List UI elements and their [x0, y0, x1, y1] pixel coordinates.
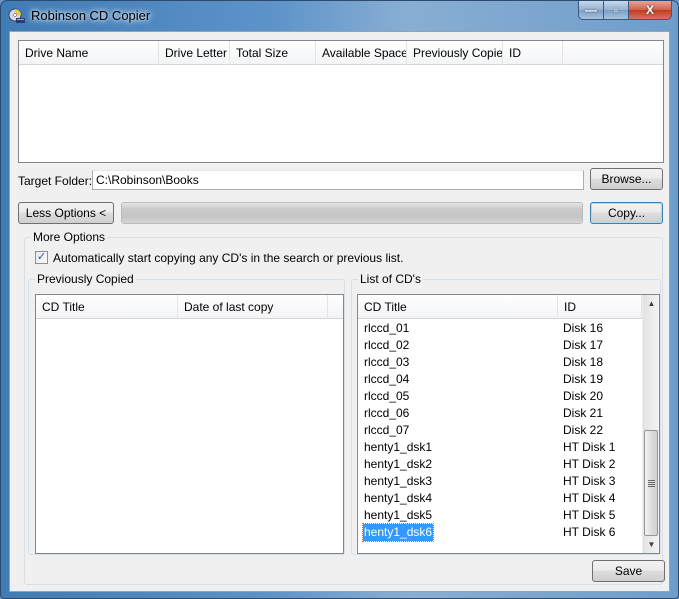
cd-id-cell: HT Disk 1	[563, 440, 616, 454]
cd-list-row[interactable]: henty1_dsk4 HT Disk 4	[358, 490, 642, 507]
cd-list-row[interactable]: henty1_dsk1 HT Disk 1	[358, 439, 642, 456]
auto-copy-label[interactable]: Automatically start copying any CD's in …	[53, 251, 403, 265]
close-icon: X	[645, 3, 654, 17]
cd-title-cell: rlccd_04	[364, 372, 410, 386]
column-total-size[interactable]: Total Size	[230, 41, 316, 65]
cd-id-cell: HT Disk 6	[563, 525, 616, 539]
cd-list-row[interactable]: rlccd_01 Disk 16	[358, 320, 642, 337]
checkmark-icon: ✓	[36, 251, 47, 263]
cd-list-row[interactable]: henty1_dsk6 HT Disk 6	[358, 523, 642, 542]
cd-id-cell: HT Disk 5	[563, 508, 616, 522]
cd-title-cell: henty1_dsk5	[364, 508, 433, 522]
cd-title-cell: rlccd_01	[364, 321, 410, 335]
copy-button[interactable]: Copy...	[590, 202, 663, 224]
column-available-space[interactable]: Available Space	[316, 41, 407, 65]
cd-copier-app-icon	[8, 8, 25, 23]
auto-copy-checkbox[interactable]: ✓	[35, 251, 48, 264]
cd-list-rows: rlccd_01 Disk 16 rlccd_02 Disk 17 rlccd_03 Di…	[358, 320, 642, 542]
cd-title-cell: henty1_dsk2	[364, 457, 433, 471]
browse-button[interactable]: Browse...	[590, 168, 663, 190]
column-previously-copied[interactable]: Previously Copied	[407, 41, 503, 65]
cd-title-cell: rlccd_07	[364, 423, 410, 437]
copy-progress-bar	[121, 202, 583, 224]
cd-title-cell: rlccd_05	[364, 389, 410, 403]
target-folder-label: Target Folder:	[18, 174, 93, 188]
cd-list-row[interactable]: rlccd_05 Disk 20	[358, 388, 642, 405]
maximize-button[interactable]: ▫	[604, 1, 629, 20]
drives-list[interactable]: Drive Name Drive Letter Total Size Avail…	[18, 40, 664, 163]
cd-id-cell: HT Disk 3	[563, 474, 616, 488]
window-title: Robinson CD Copier	[31, 8, 151, 23]
less-options-button[interactable]: Less Options <	[18, 202, 114, 224]
target-folder-input[interactable]: C:\Robinson\Books	[92, 170, 584, 190]
minimize-button[interactable]: —	[578, 1, 604, 20]
cd-list-row[interactable]: rlccd_06 Disk 21	[358, 405, 642, 422]
client-area: Drive Name Drive Letter Total Size Avail…	[9, 31, 670, 592]
more-options-title: More Options	[31, 230, 108, 244]
cd-list-row[interactable]: rlccd_07 Disk 22	[358, 422, 642, 439]
cd-title-cell: rlccd_02	[364, 338, 410, 352]
column-id[interactable]: ID	[558, 295, 642, 319]
cd-list-scrollbar[interactable]: ▲ ▼	[642, 295, 659, 553]
previously-copied-header: CD Title Date of last copy	[36, 295, 343, 319]
column-drive-letter[interactable]: Drive Letter	[159, 41, 230, 65]
grip-icon	[647, 479, 655, 487]
cd-id-cell: Disk 19	[563, 372, 604, 386]
column-cd-title[interactable]: CD Title	[36, 295, 178, 319]
column-cd-title[interactable]: CD Title	[358, 295, 558, 319]
column-drive-name[interactable]: Drive Name	[19, 41, 159, 65]
cd-list[interactable]: CD Title ID rlccd_01 Disk 16 rlccd_02 Disk …	[357, 294, 660, 554]
cd-id-cell: Disk 16	[563, 321, 604, 335]
title-bar[interactable]: Robinson CD Copier — ▫ X	[1, 1, 678, 31]
previously-copied-list[interactable]: CD Title Date of last copy	[35, 294, 344, 554]
cd-title-cell: henty1_dsk1	[364, 440, 433, 454]
cd-id-cell: Disk 17	[563, 338, 604, 352]
scroll-up-arrow-icon[interactable]: ▲	[643, 295, 659, 312]
previously-copied-group: Previously Copied CD Title Date of last …	[28, 272, 345, 555]
cd-list-header: CD Title ID	[358, 295, 642, 319]
cd-list-row[interactable]: henty1_dsk5 HT Disk 5	[358, 507, 642, 524]
more-options-group: More Options ✓ Automatically start copyi…	[24, 230, 665, 585]
maximize-icon: ▫	[613, 3, 619, 17]
app-window: Robinson CD Copier — ▫ X Drive Name Driv…	[0, 0, 679, 599]
cd-id-cell: HT Disk 4	[563, 491, 616, 505]
cd-title-cell: rlccd_03	[364, 355, 410, 369]
drives-list-header: Drive Name Drive Letter Total Size Avail…	[19, 41, 663, 65]
window-controls: — ▫ X	[578, 1, 672, 20]
cd-list-title: List of CD's	[358, 272, 423, 286]
minimize-icon: —	[585, 3, 597, 17]
close-button[interactable]: X	[629, 1, 672, 20]
previously-copied-title: Previously Copied	[35, 272, 136, 286]
cd-id-cell: Disk 20	[563, 389, 604, 403]
cd-list-row[interactable]: rlccd_03 Disk 18	[358, 354, 642, 371]
cd-id-cell: HT Disk 2	[563, 457, 616, 471]
cd-title-cell: henty1_dsk6	[361, 523, 435, 542]
cd-id-cell: Disk 18	[563, 355, 604, 369]
scroll-down-arrow-icon[interactable]: ▼	[643, 536, 659, 553]
scrollbar-thumb[interactable]	[644, 430, 658, 536]
cd-list-group: List of CD's CD Title ID rlccd_01 Disk 16…	[351, 272, 661, 555]
save-button[interactable]: Save	[592, 560, 665, 582]
cd-title-cell: henty1_dsk3	[364, 474, 433, 488]
column-date-of-last-copy[interactable]: Date of last copy	[178, 295, 328, 319]
cd-id-cell: Disk 22	[563, 423, 604, 437]
cd-list-row[interactable]: henty1_dsk2 HT Disk 2	[358, 456, 642, 473]
cd-id-cell: Disk 21	[563, 406, 604, 420]
cd-list-row[interactable]: rlccd_04 Disk 19	[358, 371, 642, 388]
cd-title-cell: rlccd_06	[364, 406, 410, 420]
column-id[interactable]: ID	[503, 41, 563, 65]
cd-title-cell: henty1_dsk4	[364, 491, 433, 505]
cd-list-row[interactable]: henty1_dsk3 HT Disk 3	[358, 473, 642, 490]
cd-list-row[interactable]: rlccd_02 Disk 17	[358, 337, 642, 354]
